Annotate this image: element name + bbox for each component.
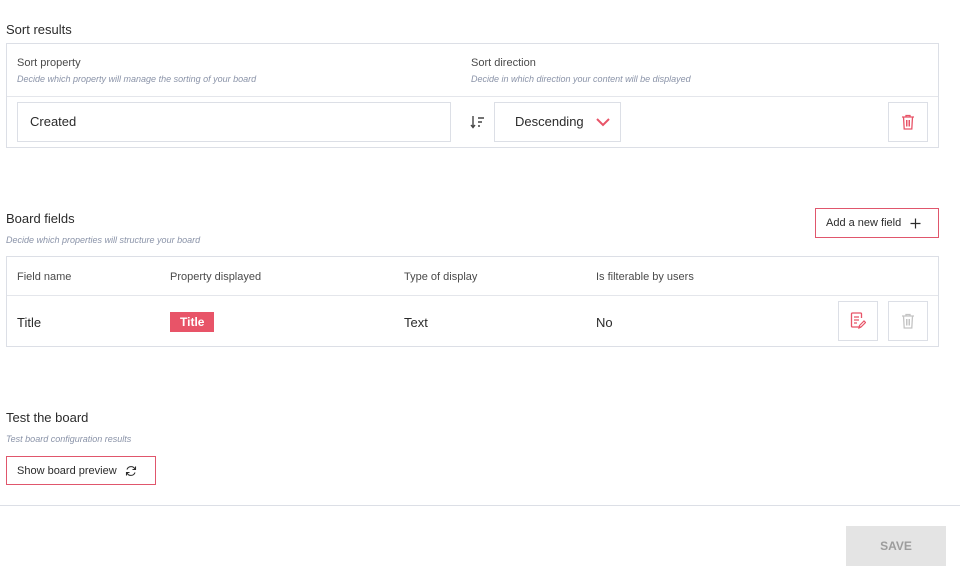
sort-property-input[interactable]: Created (17, 102, 451, 142)
delete-sort-button[interactable] (888, 102, 928, 142)
show-preview-button[interactable]: Show board preview (6, 456, 156, 485)
show-preview-label: Show board preview (17, 464, 117, 477)
property-tag: Title (170, 312, 215, 332)
edit-icon (850, 312, 866, 330)
chevron-down-icon (596, 118, 610, 127)
fields-section-hint: Decide which properties will structure y… (6, 235, 201, 245)
edit-field-button[interactable] (838, 301, 878, 341)
column-header-type: Type of display (404, 271, 478, 283)
test-section-title: Test the board (6, 410, 89, 425)
sort-descending-icon (470, 116, 484, 129)
sort-section-title: Sort results (6, 22, 72, 37)
cell-filterable: No (596, 315, 613, 330)
sort-property-label: Sort property (17, 57, 81, 69)
column-header-property: Property displayed (170, 271, 262, 283)
refresh-icon (125, 465, 136, 476)
column-header-field-name: Field name (17, 271, 72, 283)
save-button[interactable]: SAVE (846, 526, 946, 566)
column-header-filterable: Is filterable by users (596, 271, 694, 283)
sort-direction-hint: Decide in which direction your content w… (471, 74, 691, 84)
add-field-label: Add a new field (826, 217, 902, 229)
footer-divider (0, 505, 960, 506)
cell-type: Text (404, 315, 428, 330)
sort-divider (7, 96, 938, 97)
test-section-hint: Test board configuration results (6, 434, 132, 444)
sort-direction-select[interactable]: Descending (494, 102, 621, 142)
sort-panel: Sort property Decide which property will… (6, 43, 939, 148)
fields-table: Field name Property displayed Type of di… (6, 256, 939, 347)
sort-direction-value: Descending (515, 114, 584, 129)
cell-field-name: Title (17, 315, 42, 330)
table-divider (7, 295, 938, 296)
add-field-button[interactable]: Add a new field (815, 208, 939, 238)
sort-property-hint: Decide which property will manage the so… (17, 74, 257, 84)
fields-section-title: Board fields (6, 211, 75, 226)
delete-field-button[interactable] (888, 301, 928, 341)
sort-direction-label: Sort direction (471, 57, 536, 69)
trash-icon (902, 114, 914, 130)
plus-icon (910, 218, 921, 228)
trash-icon (902, 313, 914, 329)
